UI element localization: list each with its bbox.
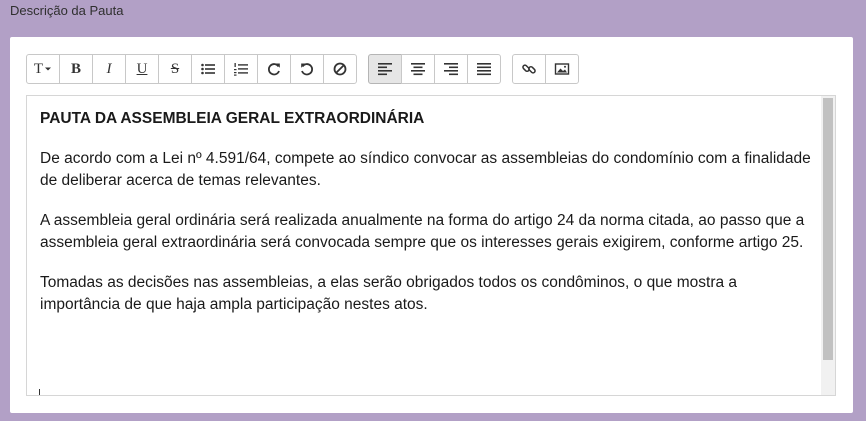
- strikethrough-button[interactable]: S: [158, 54, 192, 84]
- align-center-icon: [411, 63, 425, 76]
- clear-format-icon: [333, 62, 347, 76]
- content-heading: PAUTA DA ASSEMBLEIA GERAL EXTRAORDINÁRIA: [40, 110, 425, 127]
- underline-button[interactable]: U: [125, 54, 159, 84]
- link-button[interactable]: [512, 54, 546, 84]
- scrollbar[interactable]: [821, 96, 835, 395]
- text-style-dropdown[interactable]: T: [26, 54, 60, 84]
- strikethrough-icon: S: [170, 60, 180, 77]
- align-right-button[interactable]: [434, 54, 468, 84]
- bullet-list-button[interactable]: [191, 54, 225, 84]
- image-icon: [554, 63, 570, 75]
- align-justify-icon: [477, 63, 491, 76]
- align-left-button[interactable]: [368, 54, 402, 84]
- field-label: Descrição da Pauta: [10, 3, 124, 18]
- format-button-group: T B I U S: [26, 54, 357, 84]
- align-right-icon: [444, 63, 458, 76]
- undo-icon: [301, 63, 313, 76]
- insert-button-group: [512, 54, 579, 84]
- redo-icon: [268, 63, 280, 76]
- text-format-icon: T: [34, 61, 52, 77]
- numbered-list-icon: [234, 63, 248, 76]
- editor-content[interactable]: PAUTA DA ASSEMBLEIA GERAL EXTRAORDINÁRIA…: [26, 95, 836, 396]
- content-paragraph: Tomadas as decisões nas assembleias, a e…: [40, 274, 738, 313]
- link-icon: [522, 64, 536, 74]
- alignment-button-group: [368, 54, 501, 84]
- align-left-icon: [378, 63, 392, 76]
- bullet-list-icon: [201, 63, 215, 75]
- align-center-button[interactable]: [401, 54, 435, 84]
- bold-button[interactable]: B: [59, 54, 93, 84]
- undo-button[interactable]: [290, 54, 324, 84]
- content-paragraph: A assembleia geral ordinária será realiz…: [40, 212, 805, 251]
- image-button[interactable]: [545, 54, 579, 84]
- scrollbar-thumb[interactable]: [823, 98, 833, 360]
- italic-icon: I: [106, 60, 112, 77]
- redo-button[interactable]: [257, 54, 291, 84]
- editor-text: PAUTA DA ASSEMBLEIA GERAL EXTRAORDINÁRIA…: [40, 108, 820, 334]
- underline-icon: U: [136, 60, 148, 77]
- numbered-list-button[interactable]: [224, 54, 258, 84]
- rich-text-editor: T B I U S PAUTA DA ASSEMBLEIA GERAL EXTR…: [10, 37, 853, 413]
- content-paragraph: De acordo com a Lei nº 4.591/64, compete…: [40, 150, 811, 189]
- italic-button[interactable]: I: [92, 54, 126, 84]
- clear-format-button[interactable]: [323, 54, 357, 84]
- align-justify-button[interactable]: [467, 54, 501, 84]
- text-cursor: [39, 389, 40, 395]
- editor-toolbar: T B I U S: [26, 53, 590, 85]
- bold-icon: B: [70, 60, 81, 77]
